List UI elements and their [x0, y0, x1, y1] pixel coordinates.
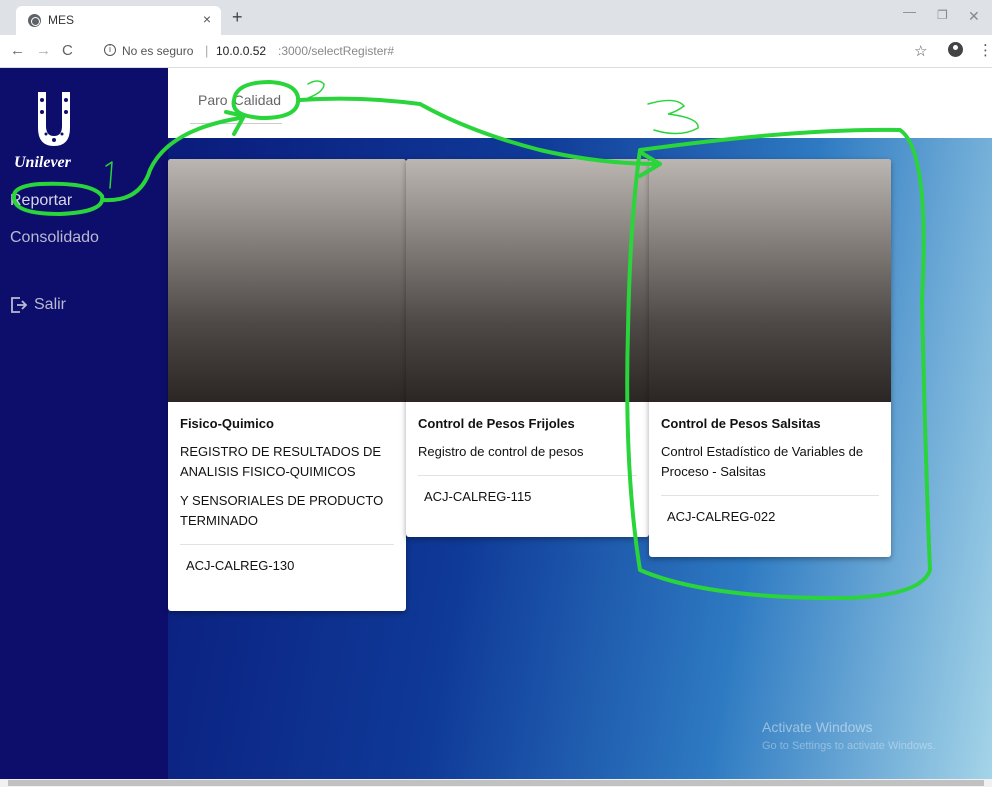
security-text: No es seguro	[122, 44, 194, 58]
card-title: Control de Pesos Salsitas	[661, 416, 821, 431]
card-image	[649, 159, 891, 402]
tab-calidad[interactable]: Calidad	[234, 92, 281, 108]
exit-icon	[11, 297, 28, 313]
star-icon[interactable]: ☆	[914, 42, 927, 60]
windows-watermark: Activate Windows	[762, 719, 873, 735]
card-image	[168, 159, 406, 402]
card-description-extra: Y SENSORIALES DE PRODUCTO TERMINADO	[180, 493, 384, 528]
top-tabs-bar: Paro Calidad	[168, 68, 992, 138]
sidebar-item-consolidado[interactable]: Consolidado	[10, 229, 99, 247]
close-icon[interactable]: ×	[203, 11, 211, 27]
reload-icon[interactable]: C	[62, 42, 73, 59]
horizontal-scrollbar[interactable]	[0, 779, 992, 787]
minimize-icon[interactable]: —	[903, 4, 916, 19]
card-description: Control Estadístico de Variables de Proc…	[661, 444, 864, 479]
globe-icon	[28, 14, 41, 27]
forward-icon[interactable]: →	[36, 42, 51, 59]
sidebar-item-salir[interactable]: Salir	[10, 296, 66, 314]
tab-paro[interactable]: Paro	[198, 92, 228, 108]
url-input[interactable]: i No es seguro | 10.0.0.52 :3000/selectR…	[90, 39, 962, 64]
window-close-icon[interactable]: ✕	[968, 8, 980, 25]
sidebar-item-reportar[interactable]: Reportar	[10, 192, 72, 210]
url-path: :3000/selectRegister#	[278, 44, 395, 58]
card-title: Control de Pesos Frijoles	[418, 416, 575, 431]
card-code: ACJ-CALREG-130	[186, 558, 295, 573]
card-title: Fisico-Quimico	[180, 416, 274, 431]
main-content: Paro Calidad Fisico-Quimico REGISTRO DE …	[168, 68, 992, 779]
card-description: REGISTRO DE RESULTADOS DE ANALISIS FISIC…	[180, 444, 382, 479]
info-icon[interactable]: i	[104, 44, 116, 56]
profile-icon[interactable]	[948, 42, 963, 57]
unilever-logo: Unilever	[14, 90, 86, 182]
card-description: Registro de control de pesos	[418, 444, 584, 459]
app: Unilever Reportar Consolidado Salir Paro…	[0, 68, 992, 779]
windows-watermark-sub: Go to Settings to activate Windows.	[762, 740, 936, 752]
browser-tab[interactable]: MES ×	[16, 6, 221, 35]
card-code: ACJ-CALREG-022	[667, 509, 776, 524]
card-control-pesos-frijoles[interactable]: Control de Pesos Frijoles Registro de co…	[406, 159, 649, 537]
tab-divider	[190, 123, 282, 124]
sidebar-item-label: Salir	[34, 296, 67, 313]
card-fisico-quimico[interactable]: Fisico-Quimico REGISTRO DE RESULTADOS DE…	[168, 159, 406, 611]
card-code: ACJ-CALREG-115	[424, 489, 532, 504]
unilever-logo-icon	[38, 92, 70, 146]
new-tab-button[interactable]: +	[232, 7, 243, 28]
tab-title: MES	[48, 13, 75, 27]
scrollbar-thumb[interactable]	[8, 780, 984, 786]
url-separator: |	[205, 43, 209, 58]
card-control-pesos-salsitas[interactable]: Control de Pesos Salsitas Control Estadí…	[649, 159, 891, 557]
browser-tab-bar: MES × + — ❐ ✕	[0, 0, 992, 35]
sidebar: Unilever Reportar Consolidado Salir	[0, 68, 168, 779]
logo-text: Unilever	[14, 154, 71, 171]
menu-icon[interactable]: ⋮	[978, 41, 992, 59]
url-host: 10.0.0.52	[216, 44, 267, 58]
address-bar: ← → C i No es seguro | 10.0.0.52 :3000/s…	[0, 35, 992, 68]
card-image	[406, 159, 649, 402]
restore-icon[interactable]: ❐	[937, 8, 948, 22]
back-icon[interactable]: ←	[10, 42, 25, 59]
